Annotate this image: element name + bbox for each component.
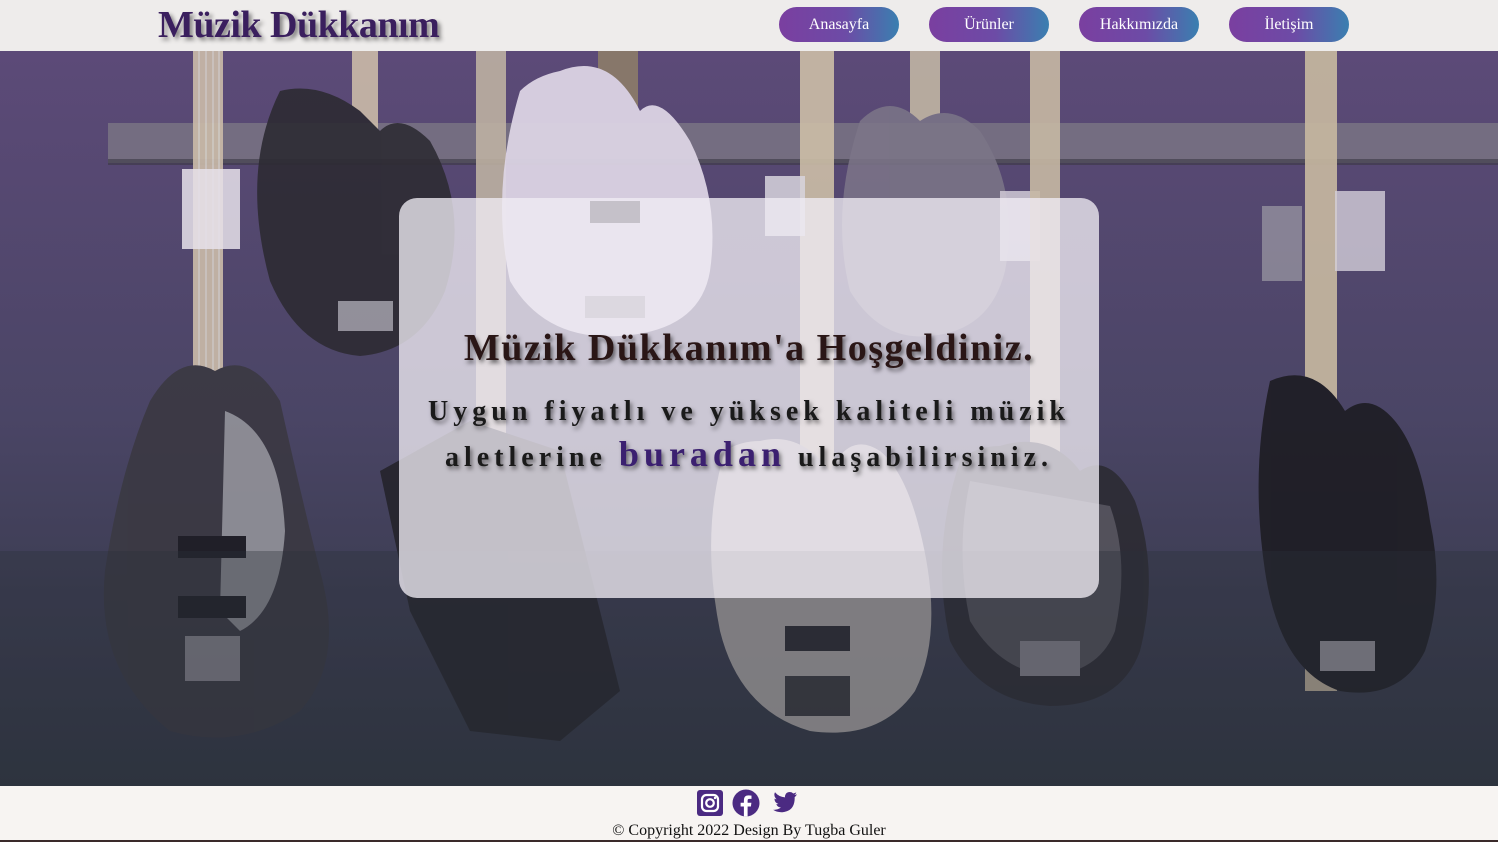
hero-section: Müzik Dükkanım'a Hoşgeldiniz. Uygun fiya… xyxy=(0,51,1498,786)
site-header: Müzik Dükkanım Anasayfa Ürünler Hakkımız… xyxy=(0,0,1498,51)
welcome-card: Müzik Dükkanım'a Hoşgeldiniz. Uygun fiya… xyxy=(399,198,1099,598)
nav-products-button[interactable]: Ürünler xyxy=(929,7,1049,42)
main-nav: Anasayfa Ürünler Hakkımızda İletişim xyxy=(779,7,1349,42)
nav-contact-button[interactable]: İletişim xyxy=(1229,7,1349,42)
social-links xyxy=(696,789,797,817)
facebook-icon[interactable] xyxy=(732,789,760,817)
products-link[interactable]: buradan xyxy=(619,434,786,474)
twitter-icon[interactable] xyxy=(768,789,797,817)
copyright-text: © Copyright 2022 Design By Tugba Guler xyxy=(612,822,886,839)
nav-home-button[interactable]: Anasayfa xyxy=(779,7,899,42)
welcome-text: Uygun fiyatlı ve yüksek kaliteli müzik a… xyxy=(409,391,1089,479)
site-logo[interactable]: Müzik Dükkanım xyxy=(158,3,440,47)
welcome-text-after: ulaşabilirsiniz. xyxy=(785,442,1054,473)
instagram-icon[interactable] xyxy=(696,789,724,817)
nav-about-button[interactable]: Hakkımızda xyxy=(1079,7,1199,42)
site-footer: © Copyright 2022 Design By Tugba Guler xyxy=(0,786,1498,842)
welcome-title: Müzik Dükkanım'a Hoşgeldiniz. xyxy=(463,327,1035,369)
